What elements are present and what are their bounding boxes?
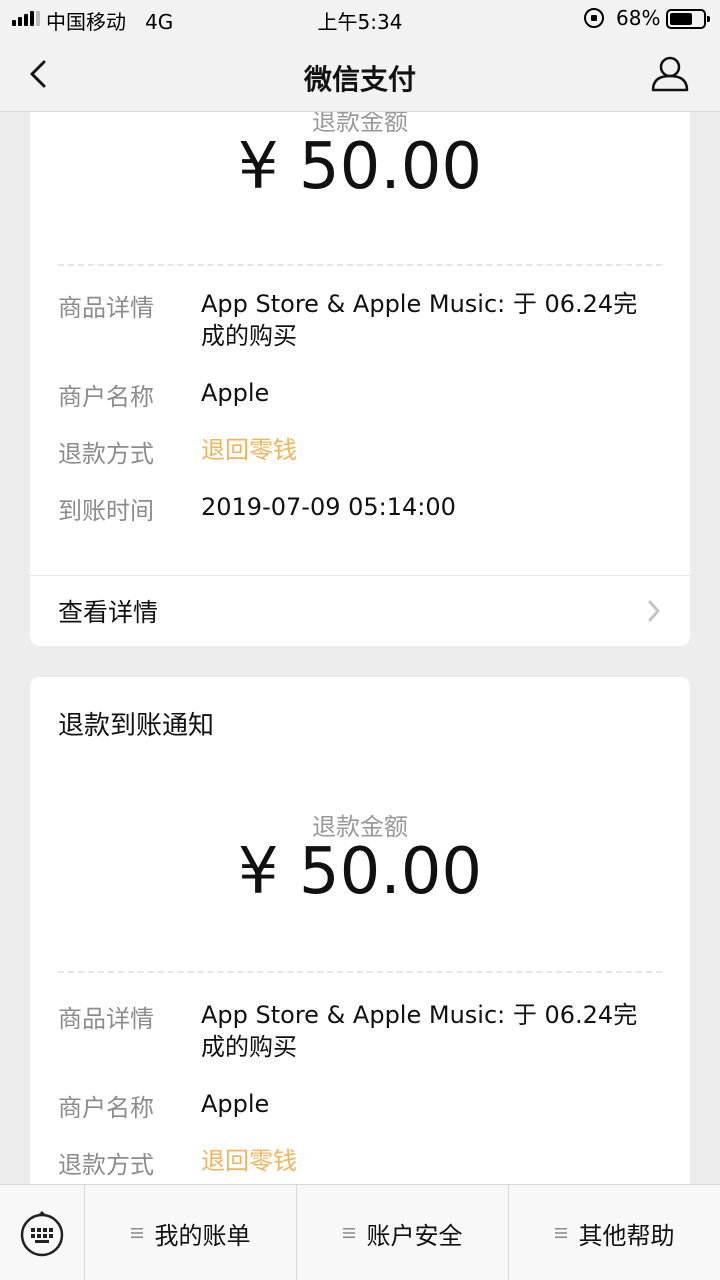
tab-label: 账户安全 [366,1221,463,1250]
tab-label: 我的账单 [154,1221,251,1250]
status-time: 上午5:34 [317,10,403,34]
dashed-divider [58,971,662,973]
tab-label: 其他帮助 [578,1221,675,1250]
arrival-time-label: 到账时间 [58,497,154,525]
message-list[interactable]: 退款金额 ¥ 50.00 商品详情 App Store & Apple Musi… [0,112,720,1184]
battery-icon [666,9,710,29]
refund-card: 退款金额 ¥ 50.00 商品详情 App Store & Apple Musi… [30,112,690,646]
page-title: 微信支付 [303,63,416,96]
keyboard-toggle-button[interactable] [0,1185,84,1280]
merchant-name-value: Apple [201,379,270,407]
refund-amount: ¥ 50.00 [237,835,483,909]
bottom-menu-bar: 我的账单 账户安全 其他帮助 [0,1184,720,1280]
tab-my-bills[interactable]: 我的账单 [84,1185,296,1280]
menu-icon [342,1228,355,1238]
chevron-right-icon [648,600,660,622]
refund-method-value: 退回零钱 [201,1147,297,1175]
nav-bar: 微信支付 [0,36,720,112]
arrival-time-value: 2019-07-09 05:14:00 [201,493,456,521]
card-title: 退款到账通知 [58,711,215,741]
refund-method-label: 退款方式 [58,1151,154,1179]
tab-account-security[interactable]: 账户安全 [296,1185,508,1280]
tab-other-help[interactable]: 其他帮助 [508,1185,720,1280]
battery-percent: 68% [616,6,661,30]
menu-icon [554,1228,567,1238]
merchant-name-value: Apple [201,1090,270,1118]
merchant-name-label: 商户名称 [58,1094,154,1122]
status-bar: 中国移动 4G 上午5:34 68% [0,0,720,36]
view-details-link[interactable]: 查看详情 [58,593,158,629]
refund-method-value: 退回零钱 [201,436,297,464]
user-profile-icon[interactable] [648,52,692,96]
product-detail-label: 商品详情 [58,294,154,322]
merchant-name-label: 商户名称 [58,383,154,411]
card-divider [30,575,690,576]
product-detail-value: App Store & Apple Music: 于 06.24完成的购买 [201,290,638,350]
menu-icon [130,1228,143,1238]
product-detail-label: 商品详情 [58,1005,154,1033]
keyboard-icon [20,1211,64,1257]
rotation-lock-icon [584,8,604,28]
product-detail-value: App Store & Apple Music: 于 06.24完成的购买 [201,1001,638,1061]
dashed-divider [58,264,662,266]
refund-notice-card: 退款到账通知 退款金额 ¥ 50.00 商品详情 App Store & App… [30,677,690,1184]
refund-amount: ¥ 50.00 [237,130,483,204]
refund-method-label: 退款方式 [58,440,154,468]
